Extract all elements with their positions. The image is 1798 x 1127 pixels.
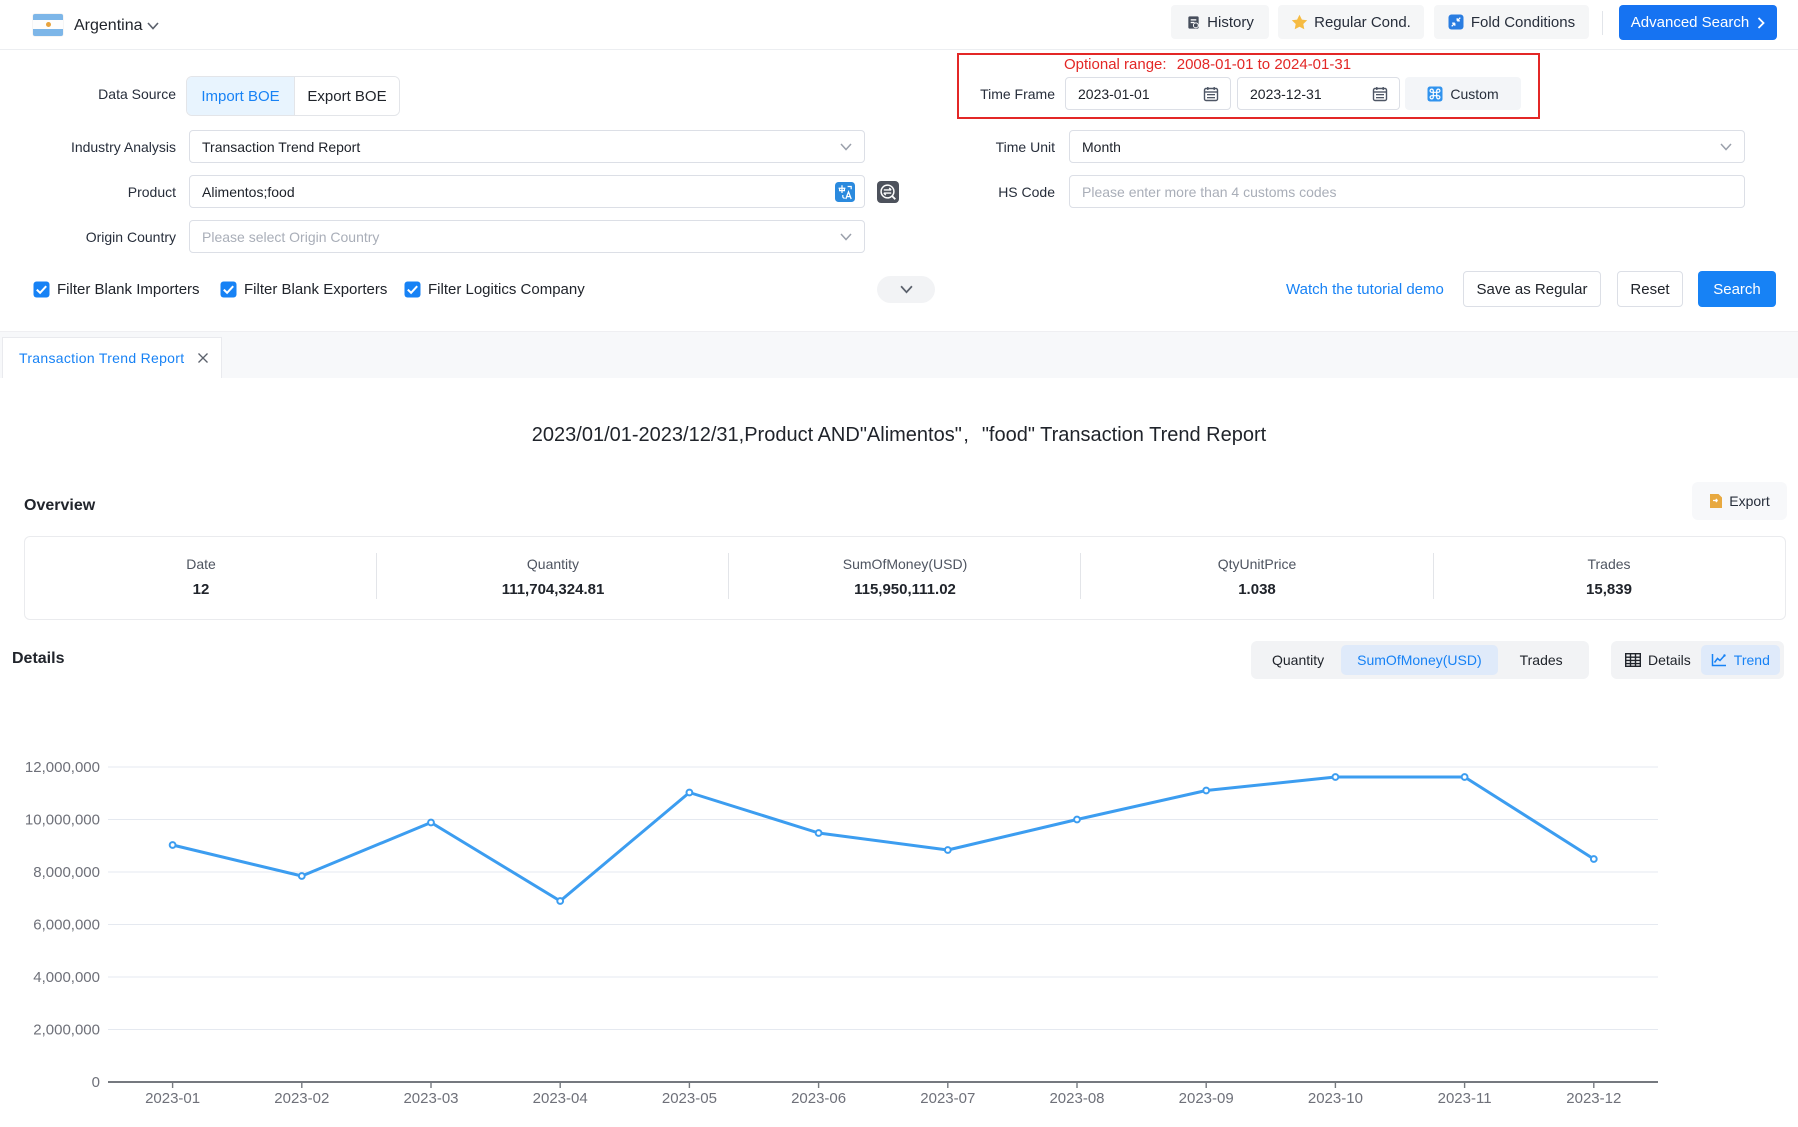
svg-text:2023-03: 2023-03 xyxy=(403,1090,458,1107)
svg-text:10,000,000: 10,000,000 xyxy=(25,812,100,829)
svg-text:12,000,000: 12,000,000 xyxy=(25,759,100,776)
svg-text:2023-04: 2023-04 xyxy=(533,1090,588,1107)
svg-text:2023-01: 2023-01 xyxy=(145,1090,200,1107)
svg-text:2023-08: 2023-08 xyxy=(1049,1090,1104,1107)
svg-text:2023-02: 2023-02 xyxy=(274,1090,329,1107)
svg-text:2023-12: 2023-12 xyxy=(1566,1090,1621,1107)
svg-text:0: 0 xyxy=(92,1074,100,1091)
svg-text:2023-10: 2023-10 xyxy=(1308,1090,1363,1107)
svg-text:2023-07: 2023-07 xyxy=(920,1090,975,1107)
svg-text:4,000,000: 4,000,000 xyxy=(33,969,100,986)
svg-text:2023-06: 2023-06 xyxy=(791,1090,846,1107)
svg-text:2023-11: 2023-11 xyxy=(1438,1090,1492,1107)
svg-text:2023-05: 2023-05 xyxy=(662,1090,717,1107)
svg-text:2023-09: 2023-09 xyxy=(1179,1090,1234,1107)
svg-text:2,000,000: 2,000,000 xyxy=(33,1022,100,1039)
svg-text:8,000,000: 8,000,000 xyxy=(33,864,100,881)
svg-text:6,000,000: 6,000,000 xyxy=(33,917,100,934)
